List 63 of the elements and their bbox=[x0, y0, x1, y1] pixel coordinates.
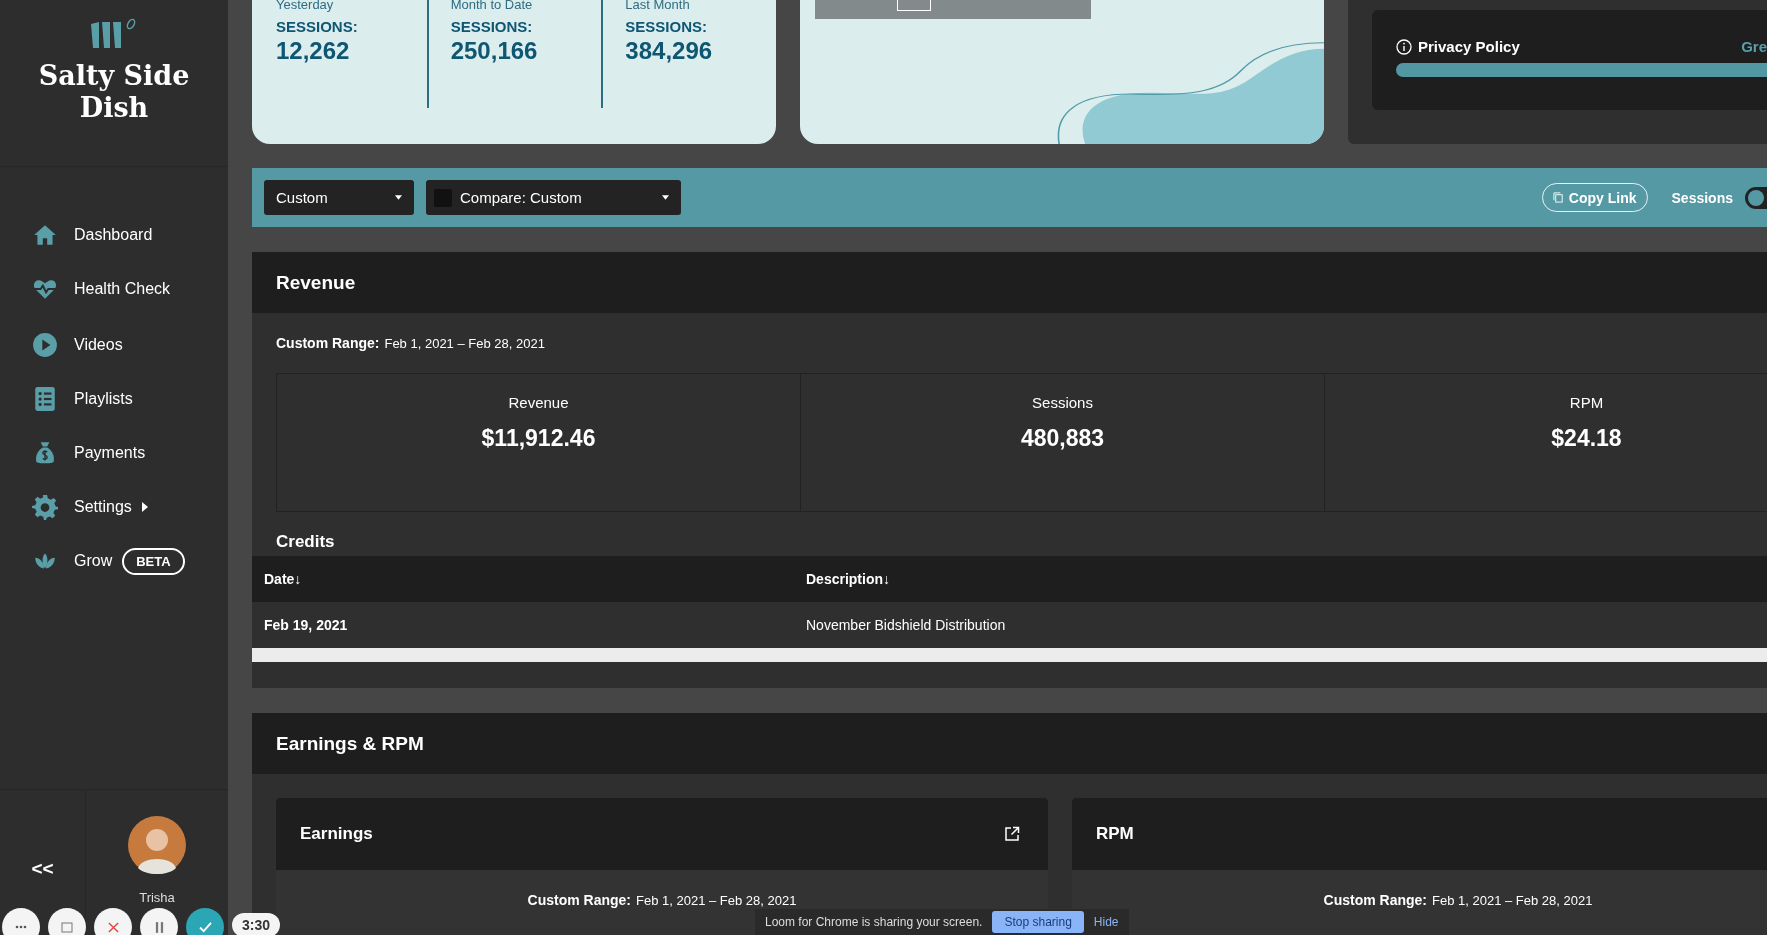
collapse-button[interactable]: << bbox=[27, 858, 58, 880]
share-message: Loom for Chrome is sharing your screen. bbox=[765, 915, 983, 929]
range-value: Feb 1, 2021 – Feb 28, 2021 bbox=[384, 336, 545, 351]
range-value: Feb 1, 2021 – Feb 28, 2021 bbox=[636, 893, 797, 908]
section-title: Earnings & RPM bbox=[276, 732, 424, 755]
nav-item[interactable]: Grow BETA bbox=[32, 548, 189, 574]
metric-label: Sessions bbox=[1032, 394, 1093, 411]
stat-value: 12,262 bbox=[276, 37, 351, 65]
range-value: Feb 1, 2021 – Feb 28, 2021 bbox=[1432, 893, 1593, 908]
recording-timer: 3:30 bbox=[232, 913, 281, 935]
privacy-title: Privacy Policy bbox=[1418, 38, 1520, 55]
card-title: Earnings bbox=[300, 824, 373, 844]
stat-label: SESSIONS: bbox=[450, 18, 534, 35]
dropdown-icon bbox=[395, 195, 402, 200]
period-label: Month to Date bbox=[450, 0, 534, 14]
privacy-status: Gre bbox=[1741, 38, 1767, 55]
beta-badge: BETA bbox=[122, 547, 185, 575]
user-name[interactable]: Trisha bbox=[139, 890, 175, 905]
range-select[interactable]: Custom bbox=[264, 180, 414, 215]
caret-icon bbox=[141, 502, 148, 512]
pause-icon bbox=[154, 921, 164, 933]
range-label: Custom Range: bbox=[276, 335, 380, 351]
period-label: Last Month bbox=[625, 0, 691, 14]
info-icon bbox=[1396, 38, 1412, 55]
site-name: Salty Side Dish bbox=[37, 60, 191, 124]
nav-item[interactable]: Health Check bbox=[32, 276, 175, 302]
nav-item[interactable]: Payments bbox=[32, 440, 150, 466]
copy-icon bbox=[1552, 192, 1564, 203]
column-header[interactable]: Date↓ bbox=[252, 556, 805, 602]
stat-label: SESSIONS: bbox=[625, 18, 709, 35]
metric-value: $11,912.46 bbox=[481, 425, 596, 452]
nav-item[interactable]: Dashboard bbox=[32, 222, 157, 248]
stop-sharing-button[interactable]: Stop sharing bbox=[992, 911, 1084, 933]
play-icon bbox=[32, 332, 58, 358]
more-icon bbox=[15, 925, 27, 929]
stat-label: SESSIONS: bbox=[276, 18, 359, 35]
column-header[interactable]: Description↓ bbox=[805, 556, 1767, 602]
settings-icon bbox=[32, 494, 58, 520]
range-label: Custom Range: bbox=[1323, 892, 1427, 908]
avatar-icon[interactable] bbox=[128, 816, 186, 874]
nav-item[interactable]: Playlists bbox=[32, 386, 137, 412]
nav-item[interactable]: Settings bbox=[32, 494, 152, 520]
dropdown-icon bbox=[662, 195, 669, 200]
metric-label: RPM bbox=[1569, 394, 1604, 411]
toggle-label: Sessions bbox=[1671, 189, 1733, 206]
hide-link[interactable]: Hide bbox=[1093, 915, 1119, 929]
range-label: Custom Range: bbox=[527, 892, 631, 908]
metric-value: 480,883 bbox=[1020, 425, 1105, 452]
credits-title: Credits bbox=[276, 531, 336, 553]
check-icon bbox=[198, 921, 212, 933]
nav-item[interactable]: Videos bbox=[32, 332, 127, 358]
external-link-icon[interactable] bbox=[1004, 826, 1020, 842]
stat-value: 250,166 bbox=[450, 37, 539, 65]
period-label: Yesterday bbox=[276, 0, 335, 14]
metric-value: $24.18 bbox=[1551, 425, 1622, 452]
metric-label: Revenue bbox=[508, 394, 569, 411]
stat-value: 384,296 bbox=[625, 37, 714, 65]
scrollbar[interactable] bbox=[252, 648, 1767, 662]
close-icon bbox=[107, 921, 119, 933]
card-title: RPM bbox=[1096, 824, 1134, 844]
list-icon bbox=[32, 386, 58, 412]
section-title: Revenue bbox=[276, 271, 356, 294]
compare-select[interactable]: Compare: Custom bbox=[426, 180, 681, 215]
